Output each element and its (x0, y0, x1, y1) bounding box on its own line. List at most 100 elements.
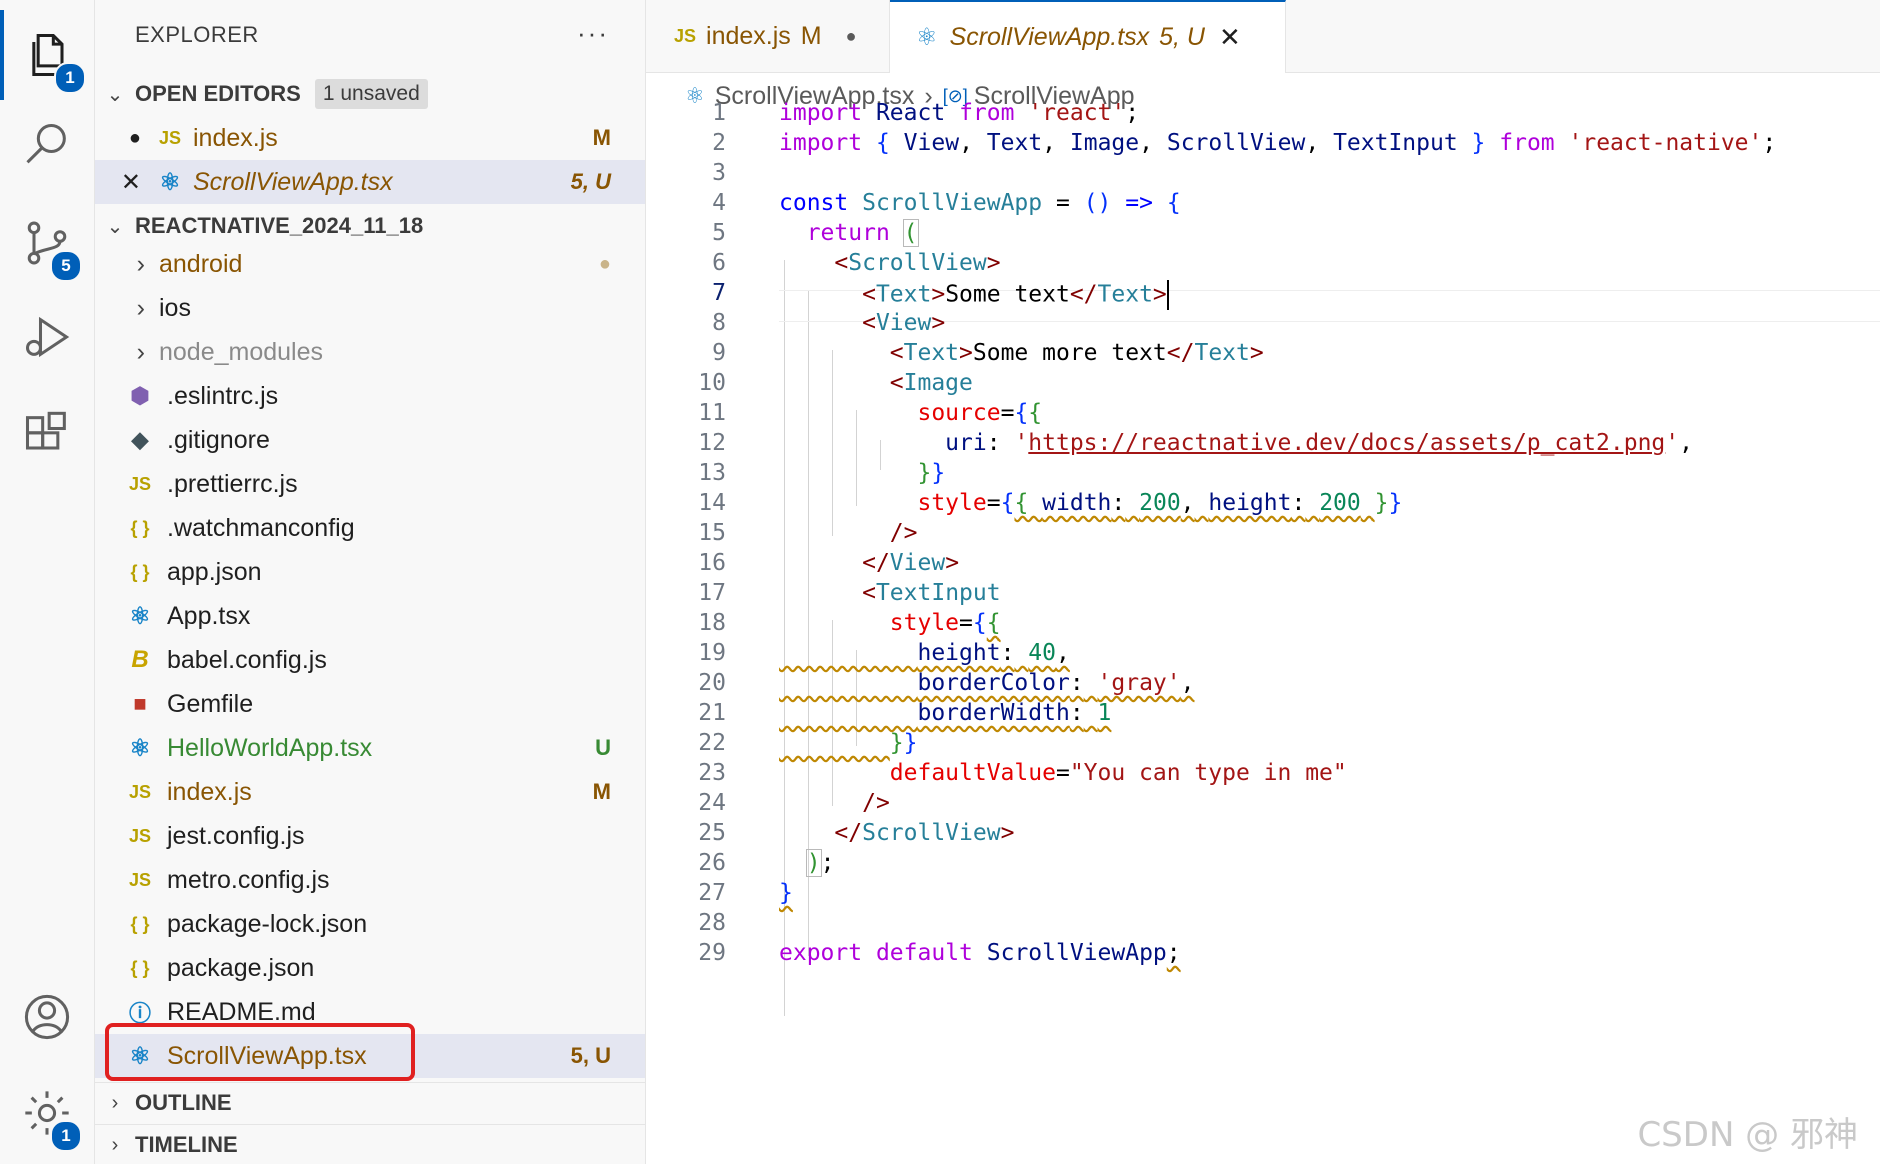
react-file-icon: ⚛ (916, 24, 938, 51)
line-number: 5 (712, 220, 726, 246)
file-item[interactable]: JS .prettierrc.js (95, 462, 645, 506)
project-title: REACTNATIVE_2024_11_18 (135, 213, 424, 238)
line-number: 6 (712, 250, 726, 276)
file-label: App.tsx (167, 601, 251, 630)
folder-item-node-modules[interactable]: › node_modules (95, 330, 645, 374)
explorer-icon[interactable]: 1 (0, 10, 94, 100)
code-line: /> (862, 790, 890, 816)
file-label: .watchmanconfig (167, 513, 355, 542)
folder-item-ios[interactable]: › ios (95, 286, 645, 330)
status-badge: U (595, 735, 611, 760)
code-line: <TextInput (862, 580, 1001, 606)
file-item[interactable]: { } package-lock.json (95, 902, 645, 946)
js-file-icon: JS (158, 127, 182, 148)
tab-status: M (800, 21, 822, 50)
file-item[interactable]: { } .watchmanconfig (95, 506, 645, 550)
line-number: 13 (698, 460, 726, 486)
extensions-icon[interactable] (0, 390, 94, 480)
line-number: 17 (698, 580, 726, 606)
chevron-right-icon: › (136, 337, 145, 366)
code-line: source={{ (917, 400, 1043, 426)
file-label: package-lock.json (167, 909, 368, 938)
tab-scrollviewapp[interactable]: ⚛ ScrollViewApp.tsx 5, U ✕ (890, 0, 1286, 73)
file-item[interactable]: { } app.json (95, 550, 645, 594)
file-item[interactable]: ⚛ HelloWorldApp.tsx U (95, 726, 645, 770)
file-item[interactable]: B babel.config.js (95, 638, 645, 682)
line-number: 9 (712, 340, 726, 366)
chevron-right-icon: › (111, 1133, 119, 1156)
code-line: const ScrollViewApp = () => { (779, 190, 1181, 216)
file-item[interactable]: JS jest.config.js (95, 814, 645, 858)
line-number: 3 (712, 160, 726, 186)
tab-label: ScrollViewApp.tsx (949, 23, 1150, 51)
tab-index-js[interactable]: JS index.js M ● (646, 0, 890, 72)
file-label: index.js (167, 777, 252, 806)
code-line: import React from 'react'; (779, 100, 1140, 126)
chevron-right-icon: › (111, 1091, 119, 1114)
open-editor-item[interactable]: ● JS index.js M (95, 116, 645, 160)
folder-item-android[interactable]: › android ● (95, 242, 645, 286)
code-line: uri: 'https://reactnative.dev/docs/asset… (945, 430, 1693, 456)
file-item[interactable]: ⚛ App.tsx (95, 594, 645, 638)
react-file-icon: ⚛ (159, 168, 181, 196)
code-line: <ScrollView> (834, 250, 1001, 276)
code-line: borderColor: 'gray', (917, 670, 1195, 696)
open-editor-item[interactable]: ✕ ⚛ ScrollViewApp.tsx 5, U (95, 160, 645, 204)
json-file-icon: { } (130, 561, 150, 582)
js-file-icon: JS (674, 25, 697, 46)
code-line: /> (889, 520, 918, 546)
outline-title: OUTLINE (135, 1090, 232, 1115)
line-number: 19 (698, 640, 726, 666)
file-label: .gitignore (167, 425, 270, 454)
close-icon[interactable]: ✕ (95, 168, 141, 197)
open-editor-label: index.js (193, 123, 278, 152)
project-section[interactable]: ⌄ REACTNATIVE_2024_11_18 (95, 206, 645, 246)
json-file-icon: { } (130, 517, 150, 538)
source-control-icon[interactable]: 5 (0, 198, 94, 288)
tab-label: index.js (706, 21, 791, 50)
file-label: HelloWorldApp.tsx (167, 733, 373, 762)
folder-label: node_modules (159, 337, 324, 366)
search-icon[interactable] (0, 100, 94, 190)
timeline-section[interactable]: › TIMELINE (95, 1124, 645, 1165)
line-number: 18 (698, 610, 726, 636)
close-icon[interactable]: ✕ (1219, 22, 1241, 53)
line-number: 2 (712, 130, 726, 156)
code-editor[interactable]: 1 2 3 4 5 6 7 8 9 10 11 12 13 14 15 16 17 18 19 20 21 22 23 24 2… (646, 100, 1880, 1164)
chevron-down-icon: ⌄ (106, 83, 124, 106)
unsaved-dot-icon[interactable]: ● (846, 26, 857, 47)
line-number: 10 (698, 370, 726, 396)
line-number: 1 (712, 100, 726, 126)
unsaved-dot-icon[interactable]: ● (95, 127, 141, 150)
file-item[interactable]: ⬢ .eslintrc.js (95, 374, 645, 418)
line-number: 15 (698, 520, 726, 546)
activity-bar: 1 5 1 (0, 0, 95, 1164)
file-label: jest.config.js (167, 821, 305, 850)
status-badge: M (592, 779, 611, 804)
file-item[interactable]: ■ Gemfile (95, 682, 645, 726)
file-item[interactable]: ◆ .gitignore (95, 418, 645, 462)
open-editors-section[interactable]: ⌄ OPEN EDITORS 1 unsaved (95, 74, 645, 114)
react-file-icon: ⚛ (129, 602, 151, 630)
line-number: 26 (698, 850, 726, 876)
watermark: CSDN @ 邪神 (1637, 1115, 1858, 1155)
account-icon[interactable] (0, 972, 94, 1062)
code-line: </View> (862, 550, 960, 576)
outline-section[interactable]: › OUTLINE (95, 1082, 645, 1123)
line-number: 27 (698, 880, 726, 906)
more-actions-icon[interactable]: ··· (577, 18, 609, 49)
code-line: } (779, 880, 793, 906)
settings-gear-icon[interactable]: 1 (0, 1068, 94, 1158)
editor-tab-bar: JS index.js M ● ⚛ ScrollViewApp.tsx 5, U… (646, 0, 1880, 73)
status-badge: 5, U (570, 169, 611, 194)
file-label: babel.config.js (167, 645, 327, 674)
source-control-badge: 5 (50, 250, 82, 282)
code-line: style={{ (889, 610, 1001, 636)
line-number: 7 (712, 280, 726, 306)
status-badge: M (592, 125, 611, 150)
run-debug-icon[interactable] (0, 292, 94, 382)
code-line: return ( (806, 219, 919, 247)
file-item[interactable]: JS metro.config.js (95, 858, 645, 902)
file-item[interactable]: { } package.json (95, 946, 645, 990)
file-item[interactable]: JS index.js M (95, 770, 645, 814)
